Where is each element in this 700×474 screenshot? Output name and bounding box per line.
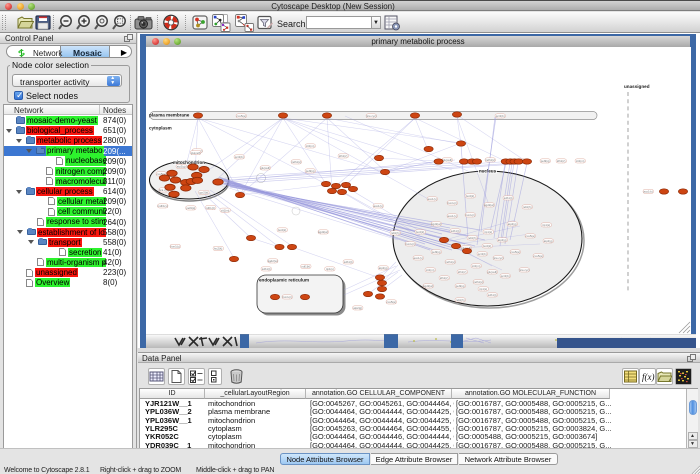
svg-text:rip1(s): rip1(s): [479, 287, 487, 291]
svg-text:aco1(v): aco1(v): [644, 190, 653, 194]
svg-text:cit1(m): cit1(m): [221, 209, 230, 213]
svg-text:rip1(s): rip1(s): [484, 230, 492, 234]
svg-text:glu(cell): glu(cell): [487, 270, 497, 274]
svg-text:kgd2(w): kgd2(w): [431, 222, 441, 226]
svg-text:qcr2(b): qcr2(b): [199, 191, 208, 195]
svg-text:lsc2(k): lsc2(k): [466, 194, 474, 198]
svg-text:pet9(q): pet9(q): [186, 206, 195, 210]
svg-text:kgd2(w): kgd2(w): [318, 230, 328, 234]
svg-text:sdh1(t): sdh1(t): [504, 196, 513, 200]
svg-text:fum1(c): fum1(c): [447, 201, 457, 205]
svg-text:idh1(z): idh1(z): [440, 276, 449, 280]
svg-text:aco1(v): aco1(v): [414, 256, 423, 260]
svg-text:pet9(q): pet9(q): [541, 159, 550, 163]
svg-text:glu(cell): glu(cell): [260, 166, 270, 170]
svg-text:cit1(m): cit1(m): [576, 159, 585, 163]
svg-text:glu(cell): glu(cell): [442, 158, 452, 162]
svg-text:sdh1(t): sdh1(t): [488, 293, 497, 297]
svg-text:aco1(v): aco1(v): [428, 197, 437, 201]
svg-text:mdh1(x): mdh1(x): [445, 260, 455, 264]
svg-text:cox5(a): cox5(a): [534, 254, 543, 258]
svg-text:rip1(s): rip1(s): [542, 223, 550, 227]
svg-text:cox5(a): cox5(a): [526, 234, 535, 238]
svg-text:ndi1(h): ndi1(h): [523, 205, 532, 209]
svg-text:cox5(a): cox5(a): [387, 300, 396, 304]
svg-text:qcr2(b): qcr2(b): [501, 274, 510, 278]
svg-text:aco1(v): aco1(v): [448, 214, 457, 218]
svg-text:lsc2(k): lsc2(k): [416, 230, 424, 234]
svg-text:lsc2(k): lsc2(k): [483, 244, 491, 248]
svg-text:aco1(v): aco1(v): [374, 204, 383, 208]
svg-text:qcr2(b): qcr2(b): [235, 155, 244, 159]
svg-text:sdh1(t): sdh1(t): [262, 267, 271, 271]
svg-text:pet9(q): pet9(q): [306, 169, 315, 173]
svg-text:glu(cell): glu(cell): [191, 151, 201, 155]
svg-text:fum1(c): fum1(c): [170, 245, 180, 249]
svg-text:sdh1(t): sdh1(t): [451, 229, 460, 233]
svg-text:mdh1(x): mdh1(x): [158, 204, 168, 208]
svg-text:(tca cyc): (tca cyc): [493, 256, 504, 260]
svg-text:unassigned: unassigned: [624, 84, 650, 89]
svg-text:qcr2(b): qcr2(b): [496, 114, 505, 118]
svg-text:ndi1(h): ndi1(h): [301, 265, 310, 269]
svg-text:qcr2(b): qcr2(b): [478, 252, 487, 256]
svg-text:cytoplasm: cytoplasm: [149, 126, 172, 131]
svg-text:atp2(g): atp2(g): [353, 306, 362, 310]
svg-text:mdh1(x): mdh1(x): [291, 160, 301, 164]
svg-text:lsc2(k): lsc2(k): [278, 228, 286, 232]
svg-text:atp2(g): atp2(g): [498, 238, 507, 242]
svg-text:atp2(g): atp2(g): [177, 165, 186, 169]
svg-text:fum1(c): fum1(c): [465, 213, 475, 217]
svg-text:rip1(s): rip1(s): [326, 267, 334, 271]
svg-text:(tca cyc): (tca cyc): [519, 268, 530, 272]
svg-text:pet9(q): pet9(q): [456, 284, 465, 288]
svg-text:lsc2(k): lsc2(k): [214, 247, 222, 251]
svg-text:mdh1(x): mdh1(x): [485, 158, 495, 162]
svg-text:mdh1(x): mdh1(x): [473, 280, 483, 284]
svg-text:idh1(z): idh1(z): [206, 206, 215, 210]
svg-text:fum1(c): fum1(c): [405, 242, 415, 246]
svg-text:cit1(m): cit1(m): [426, 268, 435, 272]
svg-text:sdh1(t): sdh1(t): [344, 260, 353, 264]
svg-text:endoplasmic reticulum: endoplasmic reticulum: [259, 278, 309, 283]
svg-text:f(x): f(x): [642, 372, 655, 382]
svg-text:idh1(z): idh1(z): [339, 154, 348, 158]
svg-text:atp2(g): atp2(g): [508, 222, 517, 226]
svg-text:cit1(m): cit1(m): [306, 144, 315, 148]
svg-text:atp2(g): atp2(g): [544, 239, 553, 243]
svg-text:fum1(c): fum1(c): [282, 295, 292, 299]
svg-text:kgd2(w): kgd2(w): [423, 284, 433, 288]
svg-text:plasma membrane: plasma membrane: [149, 113, 190, 118]
svg-text:atp2(g): atp2(g): [379, 266, 388, 270]
svg-text:(tca cyc): (tca cyc): [366, 114, 377, 118]
svg-text:cox5(a): cox5(a): [237, 114, 246, 118]
svg-text:idh1(z): idh1(z): [458, 270, 467, 274]
svg-text:idh1(z): idh1(z): [557, 159, 566, 163]
svg-text:cox5(a): cox5(a): [511, 250, 520, 254]
svg-text:cit1(m): cit1(m): [472, 264, 481, 268]
svg-text:pet9(q): pet9(q): [432, 250, 441, 254]
svg-text:ndi1(h): ndi1(h): [391, 231, 400, 235]
svg-text:ndi1(h): ndi1(h): [468, 236, 477, 240]
svg-text:kgd2(w): kgd2(w): [268, 259, 278, 263]
svg-text:kgd2(w): kgd2(w): [484, 203, 494, 207]
svg-text:ndi1(h): ndi1(h): [456, 298, 465, 302]
